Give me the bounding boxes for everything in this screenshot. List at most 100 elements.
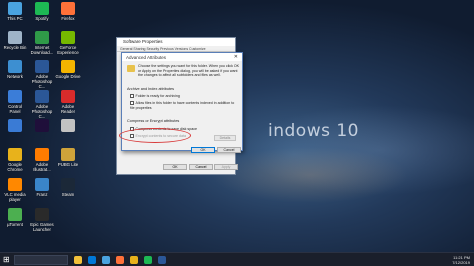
app-icon[interactable] <box>35 119 49 132</box>
desktop-icon-label: Adobe Photoshop C... <box>31 104 53 119</box>
app-icon[interactable] <box>35 208 49 221</box>
desktop-icon[interactable]: Internet Download... <box>29 31 55 55</box>
desktop-icon[interactable] <box>29 119 55 133</box>
edge-icon[interactable] <box>88 256 96 264</box>
app-icon[interactable] <box>8 60 22 73</box>
desktop-icon-label: Internet Download... <box>30 45 54 55</box>
checkbox-icon[interactable] <box>130 94 134 98</box>
app-icon[interactable] <box>61 119 75 132</box>
desktop-icon[interactable]: PUBG Lite <box>55 148 81 167</box>
desktop-icon-label: Recycle Bin <box>3 45 27 50</box>
archive-checkbox[interactable]: Folder is ready for archiving <box>130 94 180 99</box>
index-checkbox[interactable]: Allow files in this folder to have conte… <box>130 101 238 110</box>
archive-checkbox-label: Folder is ready for archiving <box>135 94 180 98</box>
desktop-icon[interactable]: Steam <box>55 178 81 197</box>
app-icon[interactable] <box>8 31 22 44</box>
desktop-icon[interactable]: Control Panel <box>2 90 28 114</box>
store-icon[interactable] <box>102 256 110 264</box>
desktop-icon-label: Franz <box>36 192 48 197</box>
system-clock[interactable]: 11:21 PM 7/12/2019 <box>452 255 470 265</box>
desktop-icon[interactable]: µTorrent <box>2 208 28 227</box>
desktop-icon-label: VLC media player <box>4 192 26 202</box>
desktop-icon[interactable]: Adobe Illustrat... <box>29 148 55 172</box>
ok-button[interactable]: OK <box>191 147 215 153</box>
desktop-icon[interactable]: Adobe Reader <box>55 90 81 114</box>
app-icon[interactable] <box>61 178 75 191</box>
app-icon[interactable] <box>8 119 22 132</box>
desktop-icon[interactable] <box>2 119 28 133</box>
photoshop-icon[interactable] <box>158 256 166 264</box>
index-checkbox-label: Allow files in this folder to have conte… <box>130 101 235 110</box>
firefox-icon[interactable] <box>116 256 124 264</box>
desktop-icon[interactable]: VLC media player <box>2 178 28 202</box>
app-icon[interactable] <box>8 2 22 15</box>
intro-text: Choose the settings you want for this fo… <box>138 64 240 78</box>
file-explorer-icon[interactable] <box>74 256 82 264</box>
compress-section-label: Compress or Encrypt attributes <box>127 119 180 123</box>
advanced-attributes-title: Advanced Attributes <box>126 54 167 60</box>
app-icon[interactable] <box>35 31 49 44</box>
desktop-icon[interactable]: Recycle Bin <box>2 31 28 50</box>
chrome-icon[interactable] <box>130 256 138 264</box>
desktop-icon-label: Network <box>7 74 23 79</box>
windows-start-icon[interactable]: ⊞ <box>3 256 10 264</box>
desktop-icon-label: Spotify <box>35 16 49 21</box>
app-icon[interactable] <box>8 148 22 161</box>
desktop-icon-label: Google Drive <box>55 74 81 79</box>
properties-title: Software Properties <box>117 38 235 46</box>
taskbar: ⊞ 11:21 PM 7/12/2019 <box>0 252 474 266</box>
desktop-icon-label: Adobe Reader <box>60 104 76 114</box>
app-icon[interactable] <box>8 208 22 221</box>
app-icon[interactable] <box>8 90 22 103</box>
close-icon[interactable]: ✕ <box>234 54 238 60</box>
details-button[interactable]: Details <box>214 135 236 141</box>
desktop-icon-label: PUBG Lite <box>57 162 79 167</box>
desktop-icon-label: Steam <box>61 192 75 197</box>
app-icon[interactable] <box>35 148 49 161</box>
desktop-icon-label: Adobe Photoshop C... <box>31 74 53 89</box>
app-icon[interactable] <box>35 178 49 191</box>
desktop-icon[interactable]: Firefox <box>55 2 81 21</box>
app-icon[interactable] <box>35 90 49 103</box>
app-icon[interactable] <box>35 2 49 15</box>
desktop-icon[interactable]: Adobe Photoshop C... <box>29 90 55 119</box>
desktop-icon-label: Control Panel <box>8 104 22 114</box>
app-icon[interactable] <box>61 2 75 15</box>
properties-ok-button[interactable]: OK <box>163 164 187 170</box>
desktop-icon-label: GeForce Experience <box>57 45 79 55</box>
taskbar-search-box[interactable] <box>14 255 68 265</box>
app-icon[interactable] <box>61 148 75 161</box>
desktop-icon-label: µTorrent <box>7 222 23 227</box>
app-icon[interactable] <box>8 178 22 191</box>
checkbox-icon[interactable] <box>130 101 134 105</box>
desktop-icon[interactable]: Google Drive <box>55 60 81 79</box>
windows-10-watermark: indows 10 <box>268 121 359 141</box>
desktop-icon[interactable]: Spotify <box>29 2 55 21</box>
folder-icon <box>127 65 135 72</box>
desktop-icon[interactable] <box>55 119 81 133</box>
advanced-attributes-titlebar: Advanced Attributes ✕ <box>122 53 242 61</box>
red-highlight-circle <box>119 128 191 143</box>
archive-section-label: Archive and Index attributes <box>127 87 175 91</box>
app-icon[interactable] <box>61 60 75 73</box>
desktop-icon-label: Adobe Illustrat... <box>33 162 51 172</box>
desktop-icon-label: Google Chrome <box>7 162 23 172</box>
desktop-icon-label: Firefox <box>61 16 75 21</box>
properties-cancel-button[interactable]: Cancel <box>189 164 213 170</box>
app-icon[interactable] <box>61 90 75 103</box>
desktop-icon[interactable]: Epic Games Launcher <box>29 208 55 232</box>
desktop-icon[interactable]: This PC <box>2 2 28 21</box>
app-icon[interactable] <box>35 60 49 73</box>
desktop-icon[interactable]: Google Chrome <box>2 148 28 172</box>
desktop-icon-label: Epic Games Launcher <box>30 222 54 232</box>
desktop-icon[interactable]: Franz <box>29 178 55 197</box>
properties-apply-button[interactable]: Apply <box>214 164 238 170</box>
clock-date: 7/12/2019 <box>452 260 470 265</box>
desktop-icon-label: This PC <box>7 16 23 21</box>
desktop-icon[interactable]: Adobe Photoshop C... <box>29 60 55 89</box>
spotify-icon[interactable] <box>144 256 152 264</box>
desktop-icon[interactable]: Network <box>2 60 28 79</box>
desktop-icon[interactable]: GeForce Experience <box>55 31 81 55</box>
cancel-button[interactable]: Cancel <box>217 147 241 153</box>
app-icon[interactable] <box>61 31 75 44</box>
